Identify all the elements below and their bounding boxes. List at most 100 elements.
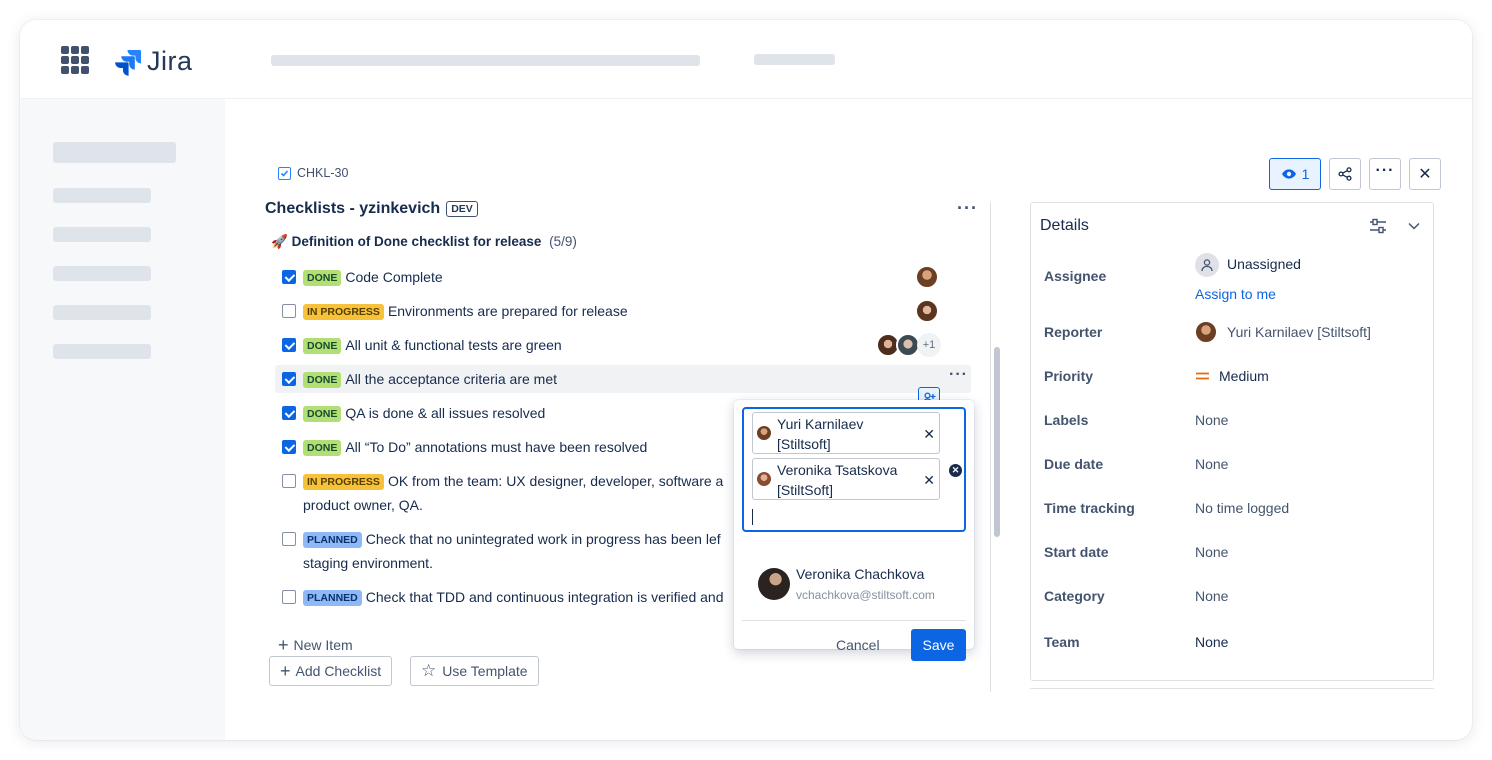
details-title[interactable]: Details	[1040, 217, 1089, 235]
selected-user-chip[interactable]: Veronika Tsatskova [StiltSoft] ✕	[752, 458, 940, 500]
item-text[interactable]: All the acceptance criteria are met	[345, 371, 557, 387]
nav-placeholder-skeleton	[754, 54, 835, 65]
time-tracking-value[interactable]: No time logged	[1195, 500, 1289, 516]
start-date-value[interactable]: None	[1195, 544, 1228, 560]
suggestion-name: Veronika Chachkova	[796, 566, 925, 582]
status-badge[interactable]: DONE	[303, 406, 342, 422]
reporter-value[interactable]: Yuri Karnilaev [Stiltsoft]	[1227, 324, 1371, 340]
sidebar	[20, 99, 225, 740]
remove-chip-icon[interactable]: ✕	[923, 424, 935, 444]
item-checkbox[interactable]	[282, 474, 296, 488]
save-button[interactable]: Save	[911, 629, 966, 661]
selected-user-chip[interactable]: Yuri Karnilaev [Stiltsoft] ✕	[752, 412, 940, 454]
status-badge[interactable]: DONE	[303, 440, 342, 456]
status-badge[interactable]: PLANNED	[303, 532, 362, 548]
use-template-button[interactable]: ☆ Use Template	[410, 656, 539, 686]
assignee-value[interactable]: Unassigned	[1227, 256, 1301, 272]
checklist-item[interactable]: DONE All unit & functional tests are gree…	[275, 333, 971, 357]
status-badge[interactable]: IN PROGRESS	[303, 304, 384, 320]
item-text[interactable]: Code Complete	[345, 269, 442, 285]
configure-fields-icon[interactable]	[1369, 218, 1387, 234]
item-checkbox[interactable]	[282, 440, 296, 454]
item-text[interactable]: OK from the team: UX designer, developer…	[388, 473, 723, 489]
status-badge[interactable]: DONE	[303, 270, 342, 286]
checklist-title-text: Checklists - yzinkevich	[265, 200, 441, 217]
item-checkbox[interactable]	[282, 372, 296, 386]
rocket-icon: 🚀	[271, 234, 288, 249]
category-value[interactable]: None	[1195, 588, 1228, 604]
user-avatar	[758, 568, 790, 600]
category-label: Category	[1044, 588, 1105, 604]
cancel-button[interactable]: Cancel	[836, 629, 880, 661]
item-text-continued[interactable]: product owner, QA.	[303, 497, 423, 513]
share-button[interactable]	[1329, 158, 1361, 190]
checklist-item[interactable]: IN PROGRESS Environments are prepared for…	[275, 299, 971, 323]
plus-icon: +	[280, 660, 291, 681]
checklist-more-icon[interactable]: ···	[957, 198, 978, 219]
close-button[interactable]: ✕	[1409, 158, 1441, 190]
star-icon: ☆	[421, 661, 437, 680]
watch-button[interactable]: 1	[1269, 158, 1321, 190]
priority-value[interactable]: Medium	[1219, 368, 1269, 384]
sidebar-skeleton-header	[53, 142, 176, 163]
assign-to-me-link[interactable]: Assign to me	[1195, 286, 1276, 302]
app-name: Jira	[147, 46, 193, 76]
item-text[interactable]: All “To Do” annotations must have been r…	[345, 439, 647, 455]
status-badge[interactable]: DONE	[303, 372, 342, 388]
search-placeholder-skeleton	[271, 55, 700, 66]
item-text[interactable]: Check that TDD and continuous integratio…	[366, 589, 724, 605]
item-checkbox[interactable]	[282, 304, 296, 318]
item-text[interactable]: QA is done & all issues resolved	[345, 405, 545, 421]
item-checkbox[interactable]	[282, 532, 296, 546]
new-item-button[interactable]: + New Item	[278, 636, 353, 654]
issue-key-breadcrumb[interactable]: CHKL-30	[278, 166, 348, 180]
priority-medium-icon	[1196, 372, 1209, 380]
team-value[interactable]: None	[1195, 634, 1228, 650]
popup-divider	[742, 620, 966, 621]
item-checkbox[interactable]	[282, 590, 296, 604]
jira-logo[interactable]: Jira	[114, 46, 193, 77]
item-checkbox[interactable]	[282, 270, 296, 284]
checklist-subtitle: 🚀 Definition of Done checklist for relea…	[271, 234, 577, 250]
sidebar-skeleton-item	[53, 266, 151, 281]
app-switcher-icon[interactable]	[61, 46, 89, 74]
clear-all-icon[interactable]: ✕	[949, 464, 962, 477]
remove-chip-icon[interactable]: ✕	[923, 470, 935, 490]
close-icon: ✕	[1418, 166, 1432, 183]
time-tracking-label: Time tracking	[1044, 500, 1135, 516]
status-badge[interactable]: DONE	[303, 338, 342, 354]
status-badge[interactable]: IN PROGRESS	[303, 474, 384, 490]
assignee-avatar[interactable]	[915, 265, 939, 289]
item-checkbox[interactable]	[282, 406, 296, 420]
item-text[interactable]: Check that no unintegrated work in progr…	[366, 531, 721, 547]
user-avatar	[757, 472, 771, 486]
user-picker-input[interactable]: Yuri Karnilaev [Stiltsoft] ✕ Veronika Tsa…	[742, 407, 966, 532]
new-item-label: New Item	[293, 637, 353, 653]
item-text[interactable]: All unit & functional tests are green	[345, 337, 561, 353]
chevron-down-icon[interactable]	[1408, 222, 1420, 230]
sidebar-skeleton-item	[53, 344, 151, 359]
add-checklist-button[interactable]: + Add Checklist	[269, 656, 393, 686]
item-checkbox[interactable]	[282, 338, 296, 352]
status-badge[interactable]: PLANNED	[303, 590, 362, 606]
scrollbar-thumb[interactable]	[994, 347, 1000, 537]
user-avatar	[757, 426, 771, 440]
details-divider	[1030, 688, 1434, 689]
item-text-continued[interactable]: staging environment.	[303, 555, 433, 571]
reporter-label: Reporter	[1044, 324, 1103, 340]
reporter-avatar	[1194, 320, 1218, 344]
sidebar-skeleton-item	[53, 227, 151, 242]
unassigned-avatar-icon	[1195, 253, 1219, 277]
due-date-value[interactable]: None	[1195, 456, 1228, 472]
eye-icon	[1281, 169, 1296, 179]
extra-assignees-count[interactable]: +1	[917, 333, 941, 357]
more-actions-button[interactable]: ···	[1369, 158, 1401, 190]
assignee-avatar[interactable]	[915, 299, 939, 323]
item-text[interactable]: Environments are prepared for release	[388, 303, 628, 319]
checklist-item[interactable]: DONE Code Complete	[275, 265, 971, 289]
issue-key: CHKL-30	[297, 166, 349, 180]
item-more-icon[interactable]: ···	[949, 366, 968, 384]
labels-value[interactable]: None	[1195, 412, 1228, 428]
checklist-item-hovered[interactable]: DONE All the acceptance criteria are met	[275, 365, 971, 393]
start-date-label: Start date	[1044, 544, 1109, 560]
